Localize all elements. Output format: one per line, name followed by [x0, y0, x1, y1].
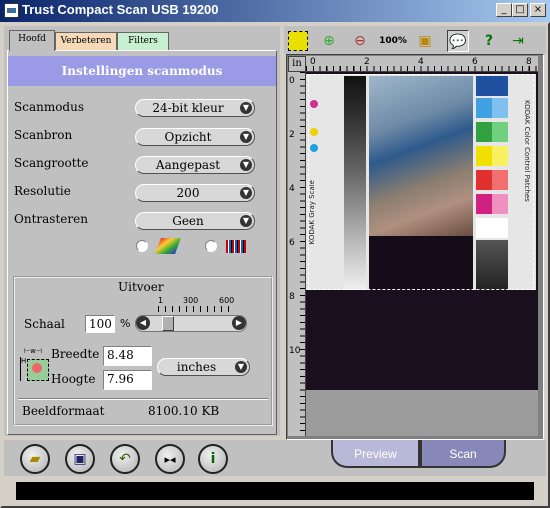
help-icon[interactable]: ?: [478, 30, 500, 52]
beeldformaat-label: Beeldformaat: [22, 404, 105, 418]
tab-verbeteren[interactable]: Verbeteren: [55, 32, 117, 50]
slider-right-icon[interactable]: ▶: [232, 316, 246, 330]
scangrootte-label: Scangrootte: [14, 156, 89, 170]
minimize-button[interactable]: _: [496, 3, 512, 17]
fit-arrows-icon: ▸◂: [164, 453, 176, 466]
window-title: Trust Compact Scan USB 19200: [22, 2, 219, 17]
hoogte-label: Hoogte: [51, 372, 96, 386]
floppy-icon: ▣: [73, 451, 87, 467]
folder-icon: ▰: [29, 451, 41, 467]
ruler-v-tick: 2: [289, 130, 295, 140]
scan-mode-header: Instellingen scanmodus: [8, 56, 276, 86]
zoom-out-icon[interactable]: ⊖: [349, 30, 371, 52]
zoom-in-icon[interactable]: ⊕: [318, 30, 340, 52]
ruler-unit-button[interactable]: in: [288, 56, 306, 72]
open-folder-button[interactable]: ▰: [20, 444, 50, 474]
horizontal-ruler: 0 2 4 6 8: [306, 56, 538, 72]
descreen-option-2-radio[interactable]: [205, 240, 217, 252]
resolutie-dropdown[interactable]: 200 ▼: [135, 184, 255, 202]
scale-tick-600: 600: [219, 296, 235, 305]
exit-icon[interactable]: ⇥: [507, 30, 529, 52]
separator: [18, 398, 268, 400]
scanmodus-label: Scanmodus: [14, 100, 84, 114]
scan-button[interactable]: Scan: [420, 440, 506, 468]
maximize-button[interactable]: □: [512, 3, 528, 17]
vertical-ruler: 0 2 4 6 8 10: [288, 72, 306, 436]
schaal-input[interactable]: 100: [85, 315, 115, 333]
scanmodus-dropdown[interactable]: 24-bit kleur ▼: [135, 99, 255, 117]
scale-slider-thumb[interactable]: [162, 316, 174, 331]
chevron-down-icon: ▼: [240, 187, 252, 199]
breedte-input[interactable]: 8.48: [103, 346, 152, 366]
tab-hoofd[interactable]: Hoofd: [9, 30, 55, 51]
preview-button[interactable]: Preview: [331, 440, 420, 468]
tab-filters[interactable]: Filters: [117, 32, 169, 50]
app-icon[interactable]: [4, 3, 19, 18]
scanbron-label: Scanbron: [14, 128, 73, 142]
fit-page-icon[interactable]: ▣: [414, 30, 436, 52]
hoogte-input[interactable]: 7.96: [103, 370, 152, 390]
selection-rectangle[interactable]: [308, 74, 534, 290]
scale-tick-1: 1: [158, 296, 164, 305]
undo-icon: ↶: [119, 451, 131, 467]
preview-empty-area: [306, 390, 538, 436]
percent-label: %: [120, 317, 131, 330]
chevron-down-icon: ▼: [240, 131, 252, 143]
fit-button[interactable]: ▸◂: [155, 444, 185, 474]
chevron-down-icon: ▼: [240, 159, 252, 171]
scanbron-dropdown[interactable]: Opzicht ▼: [135, 128, 255, 146]
beeldformaat-value: 8100.10 KB: [148, 404, 220, 418]
zoom-100-button[interactable]: 100%: [378, 30, 408, 52]
scanbron-value: Opzicht: [164, 130, 212, 144]
scanmodus-value: 24-bit kleur: [152, 101, 224, 115]
close-button[interactable]: ×: [530, 3, 546, 17]
ruler-v-tick: 6: [289, 238, 295, 248]
ruler-v-tick: 10: [289, 346, 301, 356]
ruler-v-tick: 0: [289, 76, 295, 86]
unit-dropdown[interactable]: inches ▼: [157, 358, 250, 376]
moire-pattern-icon: [226, 240, 246, 253]
scangrootte-dropdown[interactable]: Aangepast ▼: [135, 156, 255, 174]
resolutie-value: 200: [176, 186, 200, 200]
ontrasteren-value: Geen: [172, 214, 204, 228]
descreen-option-1-radio[interactable]: [136, 240, 148, 252]
scale-slider-track[interactable]: [135, 315, 247, 332]
ontrasteren-dropdown[interactable]: Geen ▼: [135, 212, 255, 230]
chevron-down-icon: ▼: [240, 215, 252, 227]
unit-value: inches: [176, 360, 217, 374]
undo-button[interactable]: ↶: [110, 444, 140, 474]
info-icon: i: [210, 451, 216, 467]
ruler-v-tick: 4: [289, 184, 295, 194]
select-area-icon[interactable]: [288, 31, 308, 51]
scangrootte-value: Aangepast: [155, 158, 221, 172]
scale-tick-marks: [158, 306, 233, 312]
save-button[interactable]: ▣: [65, 444, 95, 474]
scale-tick-300: 300: [183, 296, 199, 305]
dimension-icon: ⊢w⊣ H: [20, 345, 49, 385]
slider-left-icon[interactable]: ◀: [136, 316, 150, 330]
ontrasteren-label: Ontrasteren: [14, 212, 88, 226]
chevron-down-icon: ▼: [240, 102, 252, 114]
breedte-label: Breedte: [51, 347, 100, 361]
chevron-down-icon: ▼: [235, 361, 247, 373]
info-balloon-icon[interactable]: 💬: [447, 30, 469, 52]
schaal-label: Schaal: [24, 317, 65, 331]
output-title: Uitvoer: [118, 280, 164, 294]
ruler-v-tick: 8: [289, 292, 295, 302]
info-button[interactable]: i: [198, 444, 228, 474]
resolutie-label: Resolutie: [14, 184, 71, 198]
status-bar: [16, 482, 534, 500]
